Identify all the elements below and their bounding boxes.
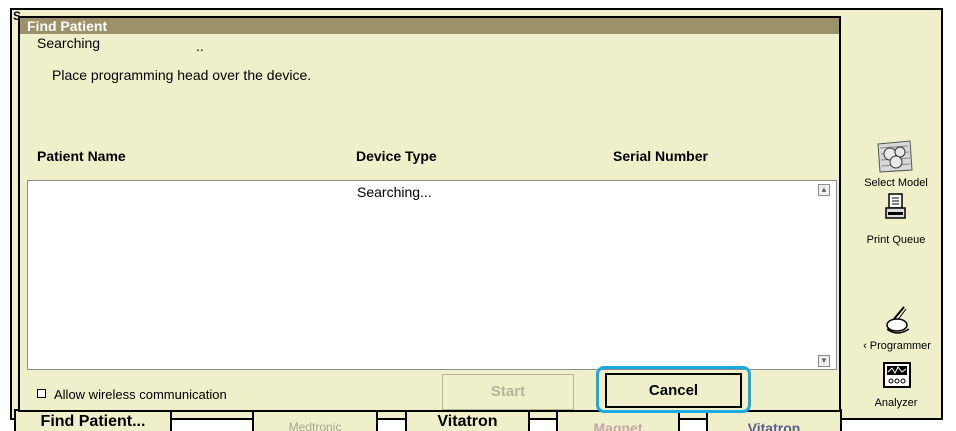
status-label: Searching (37, 35, 101, 51)
patient-results-list[interactable] (27, 180, 837, 370)
find-patient-button[interactable]: Find Patient... (14, 409, 172, 431)
programmer-label: ‹ Programmer (863, 340, 931, 352)
print-queue-icon[interactable] (884, 193, 908, 221)
dialog-title-bar (20, 18, 839, 34)
cancel-button[interactable]: Cancel (605, 373, 742, 408)
list-status-text: Searching... (357, 184, 432, 200)
scroll-down-arrow[interactable]: ▼ (818, 355, 830, 367)
instruction-text: Place programming head over the device. (52, 67, 312, 83)
select-model-label: Select Model (864, 177, 928, 189)
print-queue-label: Print Queue (866, 234, 926, 246)
programmer-icon[interactable] (884, 305, 912, 337)
select-model-icon[interactable] (876, 140, 914, 174)
analyzer-icon[interactable] (883, 362, 911, 388)
wireless-checkbox[interactable] (37, 389, 46, 398)
medtronic-button[interactable]: Medtronic (252, 409, 378, 431)
column-header-serial-number[interactable]: Serial Number (613, 148, 708, 164)
column-header-device-type[interactable]: Device Type (356, 148, 437, 164)
start-button[interactable]: Start (442, 374, 574, 410)
scroll-up-arrow[interactable]: ▲ (818, 184, 830, 196)
vitatron-button[interactable]: Vitatron (405, 409, 530, 431)
analyzer-label: Analyzer (874, 397, 918, 409)
status-progress-dots: .. (196, 38, 204, 54)
column-header-patient-name[interactable]: Patient Name (37, 148, 126, 164)
dialog-title: Find Patient (27, 18, 108, 34)
wireless-checkbox-label[interactable]: Allow wireless communication (54, 387, 227, 402)
